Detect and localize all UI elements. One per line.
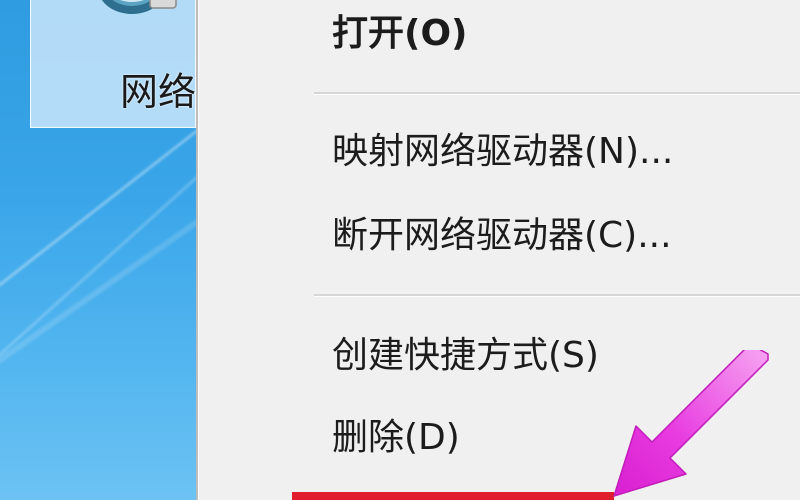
menu-item-disconnect-network-drive[interactable]: 断开网络驱动器(C)... — [332, 214, 672, 258]
menu-separator — [314, 92, 800, 95]
network-icon-label: 网络 — [120, 70, 196, 114]
network-icon — [101, 0, 177, 14]
menu-item-delete[interactable]: 删除(D) — [332, 416, 460, 460]
menu-item-map-network-drive[interactable]: 映射网络驱动器(N)... — [332, 130, 673, 174]
screen: 网络 打开(O) 映射网络驱动器(N)... 断开网络驱动器(C)... 创建快… — [0, 0, 800, 500]
menu-item-open[interactable]: 打开(O) — [332, 12, 468, 56]
highlight-box-edge — [292, 492, 614, 500]
wallpaper-streak — [0, 179, 196, 426]
menu-item-create-shortcut[interactable]: 创建快捷方式(S) — [332, 334, 599, 378]
menu-border-highlight — [198, 0, 199, 500]
desktop-background: 网络 — [0, 0, 196, 500]
menu-separator — [314, 294, 800, 297]
annotation-arrow-icon — [613, 350, 769, 497]
